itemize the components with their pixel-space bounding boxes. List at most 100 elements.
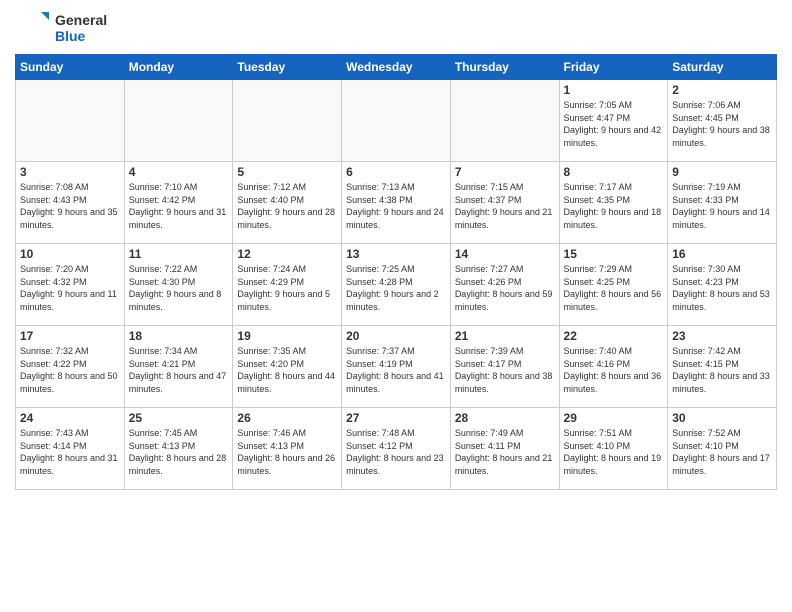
day-info: Sunrise: 7:49 AMSunset: 4:11 PMDaylight:…: [455, 427, 555, 477]
calendar-weekday-wednesday: Wednesday: [342, 55, 451, 80]
calendar-day-17: 17Sunrise: 7:32 AMSunset: 4:22 PMDayligh…: [16, 326, 125, 408]
calendar-day-20: 20Sunrise: 7:37 AMSunset: 4:19 PMDayligh…: [342, 326, 451, 408]
day-number: 25: [129, 411, 229, 425]
day-number: 18: [129, 329, 229, 343]
calendar-day-1: 1 Sunrise: 7:05 AMSunset: 4:47 PMDaylight…: [559, 80, 668, 162]
day-info: Sunrise: 7:12 AMSunset: 4:40 PMDaylight:…: [237, 181, 337, 231]
day-number: 7: [455, 165, 555, 179]
calendar-weekday-thursday: Thursday: [450, 55, 559, 80]
calendar-empty-cell: [342, 80, 451, 162]
calendar-weekday-tuesday: Tuesday: [233, 55, 342, 80]
calendar-day-28: 28Sunrise: 7:49 AMSunset: 4:11 PMDayligh…: [450, 408, 559, 490]
calendar-table: SundayMondayTuesdayWednesdayThursdayFrid…: [15, 54, 777, 490]
calendar-day-8: 8 Sunrise: 7:17 AMSunset: 4:35 PMDaylight…: [559, 162, 668, 244]
calendar-week-4: 17Sunrise: 7:32 AMSunset: 4:22 PMDayligh…: [16, 326, 777, 408]
day-number: 6: [346, 165, 446, 179]
day-number: 8: [564, 165, 664, 179]
day-info: Sunrise: 7:20 AMSunset: 4:32 PMDaylight:…: [20, 263, 120, 313]
calendar-day-6: 6 Sunrise: 7:13 AMSunset: 4:38 PMDaylight…: [342, 162, 451, 244]
calendar-empty-cell: [233, 80, 342, 162]
calendar-weekday-sunday: Sunday: [16, 55, 125, 80]
calendar-day-13: 13Sunrise: 7:25 AMSunset: 4:28 PMDayligh…: [342, 244, 451, 326]
calendar-empty-cell: [16, 80, 125, 162]
day-info: Sunrise: 7:17 AMSunset: 4:35 PMDaylight:…: [564, 181, 664, 231]
day-number: 21: [455, 329, 555, 343]
day-info: Sunrise: 7:29 AMSunset: 4:25 PMDaylight:…: [564, 263, 664, 313]
day-number: 14: [455, 247, 555, 261]
calendar-day-27: 27Sunrise: 7:48 AMSunset: 4:12 PMDayligh…: [342, 408, 451, 490]
day-number: 12: [237, 247, 337, 261]
calendar-week-5: 24 Sunrise: 7:43 AMSunset: 4:14 PMDayligh…: [16, 408, 777, 490]
page: General Blue SundayMondayTuesdayWednesda…: [0, 0, 792, 612]
calendar-day-29: 29Sunrise: 7:51 AMSunset: 4:10 PMDayligh…: [559, 408, 668, 490]
day-number: 10: [20, 247, 120, 261]
calendar-day-24: 24 Sunrise: 7:43 AMSunset: 4:14 PMDayligh…: [16, 408, 125, 490]
day-info: Sunrise: 7:37 AMSunset: 4:19 PMDaylight:…: [346, 345, 446, 395]
day-info: Sunrise: 7:24 AMSunset: 4:29 PMDaylight:…: [237, 263, 337, 313]
day-info: Sunrise: 7:43 AMSunset: 4:14 PMDaylight:…: [20, 427, 120, 477]
day-number: 15: [564, 247, 664, 261]
calendar-day-26: 26 Sunrise: 7:46 AMSunset: 4:13 PMDayligh…: [233, 408, 342, 490]
day-info: Sunrise: 7:22 AMSunset: 4:30 PMDaylight:…: [129, 263, 229, 313]
day-number: 4: [129, 165, 229, 179]
calendar-day-16: 16 Sunrise: 7:30 AMSunset: 4:23 PMDayligh…: [668, 244, 777, 326]
day-number: 5: [237, 165, 337, 179]
day-info: Sunrise: 7:19 AMSunset: 4:33 PMDaylight:…: [672, 181, 772, 231]
day-number: 11: [129, 247, 229, 261]
logo: General Blue: [15, 10, 107, 46]
day-number: 1: [564, 83, 664, 97]
calendar-week-1: 1 Sunrise: 7:05 AMSunset: 4:47 PMDaylight…: [16, 80, 777, 162]
day-info: Sunrise: 7:15 AMSunset: 4:37 PMDaylight:…: [455, 181, 555, 231]
day-number: 23: [672, 329, 772, 343]
day-info: Sunrise: 7:05 AMSunset: 4:47 PMDaylight:…: [564, 99, 664, 149]
day-info: Sunrise: 7:39 AMSunset: 4:17 PMDaylight:…: [455, 345, 555, 395]
day-info: Sunrise: 7:46 AMSunset: 4:13 PMDaylight:…: [237, 427, 337, 477]
day-info: Sunrise: 7:48 AMSunset: 4:12 PMDaylight:…: [346, 427, 446, 477]
day-info: Sunrise: 7:06 AMSunset: 4:45 PMDaylight:…: [672, 99, 772, 149]
day-info: Sunrise: 7:51 AMSunset: 4:10 PMDaylight:…: [564, 427, 664, 477]
calendar-header-row: SundayMondayTuesdayWednesdayThursdayFrid…: [16, 55, 777, 80]
day-info: Sunrise: 7:27 AMSunset: 4:26 PMDaylight:…: [455, 263, 555, 313]
calendar-day-11: 11 Sunrise: 7:22 AMSunset: 4:30 PMDayligh…: [124, 244, 233, 326]
day-info: Sunrise: 7:30 AMSunset: 4:23 PMDaylight:…: [672, 263, 772, 313]
day-info: Sunrise: 7:42 AMSunset: 4:15 PMDaylight:…: [672, 345, 772, 395]
day-number: 2: [672, 83, 772, 97]
day-number: 3: [20, 165, 120, 179]
day-number: 26: [237, 411, 337, 425]
calendar-day-2: 2 Sunrise: 7:06 AMSunset: 4:45 PMDaylight…: [668, 80, 777, 162]
calendar-weekday-monday: Monday: [124, 55, 233, 80]
calendar-week-3: 10 Sunrise: 7:20 AMSunset: 4:32 PMDayligh…: [16, 244, 777, 326]
day-info: Sunrise: 7:13 AMSunset: 4:38 PMDaylight:…: [346, 181, 446, 231]
day-info: Sunrise: 7:08 AMSunset: 4:43 PMDaylight:…: [20, 181, 120, 231]
calendar-weekday-friday: Friday: [559, 55, 668, 80]
calendar-day-18: 18 Sunrise: 7:34 AMSunset: 4:21 PMDayligh…: [124, 326, 233, 408]
day-number: 22: [564, 329, 664, 343]
calendar-day-4: 4 Sunrise: 7:10 AMSunset: 4:42 PMDaylight…: [124, 162, 233, 244]
day-info: Sunrise: 7:10 AMSunset: 4:42 PMDaylight:…: [129, 181, 229, 231]
calendar-day-30: 30 Sunrise: 7:52 AMSunset: 4:10 PMDayligh…: [668, 408, 777, 490]
calendar-weekday-saturday: Saturday: [668, 55, 777, 80]
calendar-day-23: 23 Sunrise: 7:42 AMSunset: 4:15 PMDayligh…: [668, 326, 777, 408]
day-info: Sunrise: 7:35 AMSunset: 4:20 PMDaylight:…: [237, 345, 337, 395]
day-info: Sunrise: 7:25 AMSunset: 4:28 PMDaylight:…: [346, 263, 446, 313]
day-number: 24: [20, 411, 120, 425]
calendar-day-14: 14 Sunrise: 7:27 AMSunset: 4:26 PMDayligh…: [450, 244, 559, 326]
day-info: Sunrise: 7:34 AMSunset: 4:21 PMDaylight:…: [129, 345, 229, 395]
calendar-day-12: 12 Sunrise: 7:24 AMSunset: 4:29 PMDayligh…: [233, 244, 342, 326]
calendar-day-10: 10 Sunrise: 7:20 AMSunset: 4:32 PMDayligh…: [16, 244, 125, 326]
logo-general: General: [55, 12, 107, 28]
header: General Blue: [15, 10, 777, 46]
day-number: 16: [672, 247, 772, 261]
calendar-day-19: 19 Sunrise: 7:35 AMSunset: 4:20 PMDayligh…: [233, 326, 342, 408]
calendar-empty-cell: [450, 80, 559, 162]
calendar-day-7: 7 Sunrise: 7:15 AMSunset: 4:37 PMDaylight…: [450, 162, 559, 244]
day-number: 17: [20, 329, 120, 343]
calendar-day-3: 3 Sunrise: 7:08 AMSunset: 4:43 PMDaylight…: [16, 162, 125, 244]
day-info: Sunrise: 7:52 AMSunset: 4:10 PMDaylight:…: [672, 427, 772, 477]
day-number: 30: [672, 411, 772, 425]
logo-blue: Blue: [55, 28, 107, 44]
day-info: Sunrise: 7:45 AMSunset: 4:13 PMDaylight:…: [129, 427, 229, 477]
day-number: 19: [237, 329, 337, 343]
calendar-day-21: 21 Sunrise: 7:39 AMSunset: 4:17 PMDayligh…: [450, 326, 559, 408]
calendar-day-5: 5 Sunrise: 7:12 AMSunset: 4:40 PMDaylight…: [233, 162, 342, 244]
